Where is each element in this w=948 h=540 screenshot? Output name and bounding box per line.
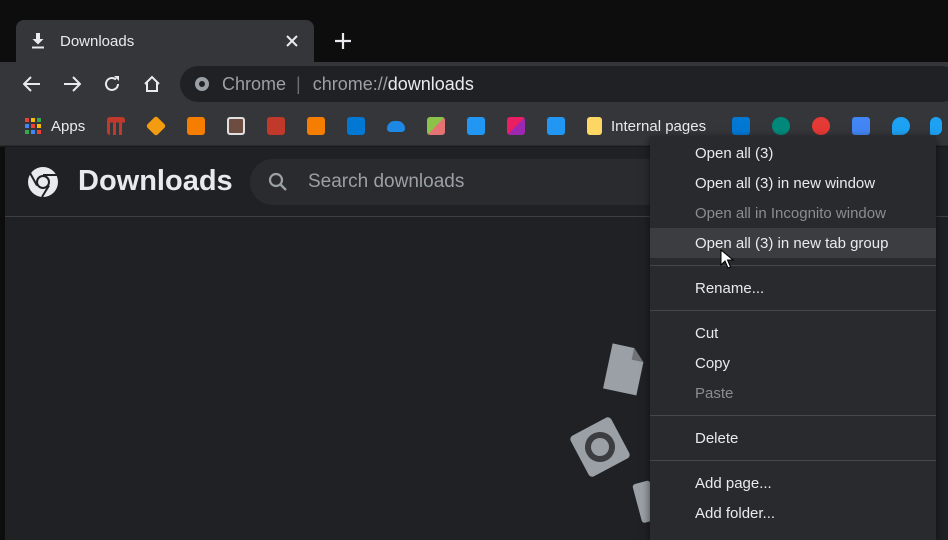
menu-cut[interactable]: Cut [650,318,936,348]
bookmark-favicon-16[interactable] [852,116,870,136]
folder-icon [587,117,602,135]
apps-grid-icon [25,118,41,134]
color-squares-icon [507,117,525,135]
address-separator: | [296,73,301,94]
on-logo-icon [772,117,790,135]
twitter-icon [892,117,910,135]
home-button[interactable] [139,71,165,97]
bookmark-apps[interactable]: Apps [24,116,85,136]
menu-separator [650,415,936,416]
reload-icon [105,76,119,91]
back-button[interactable] [19,71,45,97]
menu-open-all-tab-group[interactable]: Open all (3) in new tab group [650,228,936,258]
film-icon [227,117,245,135]
bookmark-favicon-2[interactable] [145,115,167,137]
bookmark-favicon-6[interactable] [307,116,325,136]
search-input[interactable] [308,171,648,193]
onedrive-icon [387,120,405,132]
bookmark-favicon-10[interactable] [467,116,485,136]
bookmark-favicon-17[interactable] [892,116,910,136]
menu-copy[interactable]: Copy [650,348,936,378]
bookmark-favicon-18[interactable] [930,116,942,136]
translate-icon [852,117,870,135]
plus-icon [335,33,351,49]
menu-separator [650,310,936,311]
menu-open-all-incognito: Open all in Incognito window [695,204,886,222]
puzzle-icon [427,117,445,135]
bookmark-apps-label: Apps [51,117,86,135]
address-host: downloads [387,73,474,94]
search-bar[interactable] [250,159,670,205]
blogger-icon [307,117,325,135]
ts-logo-icon [267,117,285,135]
chrome-icon [195,77,209,91]
address-bar[interactable]: Chrome | chrome:// downloads [180,66,948,102]
page-title: Downloads [78,165,233,197]
empty-downloads-illustration [570,343,655,523]
arrow-right-icon [64,76,81,92]
bookmark-favicon-1[interactable] [107,116,125,136]
reload-button[interactable] [99,71,125,97]
menu-paste: Paste [695,384,734,402]
menu-open-all[interactable]: Open all (3) [650,138,936,168]
outlook-icon [347,117,365,135]
bookmark-favicon-7[interactable] [347,116,365,136]
diamond-icon [145,115,167,137]
menu-add-folder[interactable]: Add folder... [650,498,936,528]
d-logo-icon [547,117,565,135]
windows-icon [732,117,750,135]
download-icon [30,33,46,49]
bookmark-folder-internal-pages[interactable]: Internal pages [587,116,706,136]
twitter-icon [930,117,942,135]
bookmark-favicon-13[interactable] [732,116,750,136]
target-icon [812,117,830,135]
menu-add-page[interactable]: Add page... [650,468,936,498]
bookmark-favicon-9[interactable] [427,116,445,136]
menu-separator [650,460,936,461]
bookmark-favicon-8[interactable] [387,116,405,136]
menu-separator [650,265,936,266]
menu-open-all-new-window[interactable]: Open all (3) in new window [650,168,936,198]
bookmark-favicon-4[interactable] [227,116,245,136]
bookmark-favicon-5[interactable] [267,116,285,136]
search-icon [268,172,287,191]
address-scheme: chrome:// [312,73,388,94]
tab-title: Downloads [60,32,135,50]
d-logo-icon [467,117,485,135]
bookmark-favicon-14[interactable] [772,116,790,136]
close-icon [286,35,298,47]
bookmark-favicon-11[interactable] [507,116,525,136]
bookmark-favicon-3[interactable] [187,116,205,136]
new-tab-button[interactable] [330,28,356,54]
torii-gate-icon [107,117,125,135]
forward-button[interactable] [59,71,85,97]
home-icon [144,75,160,92]
tab-close-button[interactable] [282,31,302,51]
tab-downloads[interactable]: Downloads [16,20,314,62]
blogger-icon [187,117,205,135]
menu-rename[interactable]: Rename... [650,273,936,303]
arrow-left-icon [23,76,40,92]
bookmark-favicon-15[interactable] [812,116,830,136]
menu-delete[interactable]: Delete [650,423,936,453]
chrome-logo-icon [28,167,58,198]
context-menu: Open all (3) Open all (3) in new window … [650,136,936,540]
bookmark-folder-label: Internal pages [611,117,707,135]
address-chip: Chrome [222,73,287,94]
bookmark-favicon-12[interactable] [547,116,565,136]
